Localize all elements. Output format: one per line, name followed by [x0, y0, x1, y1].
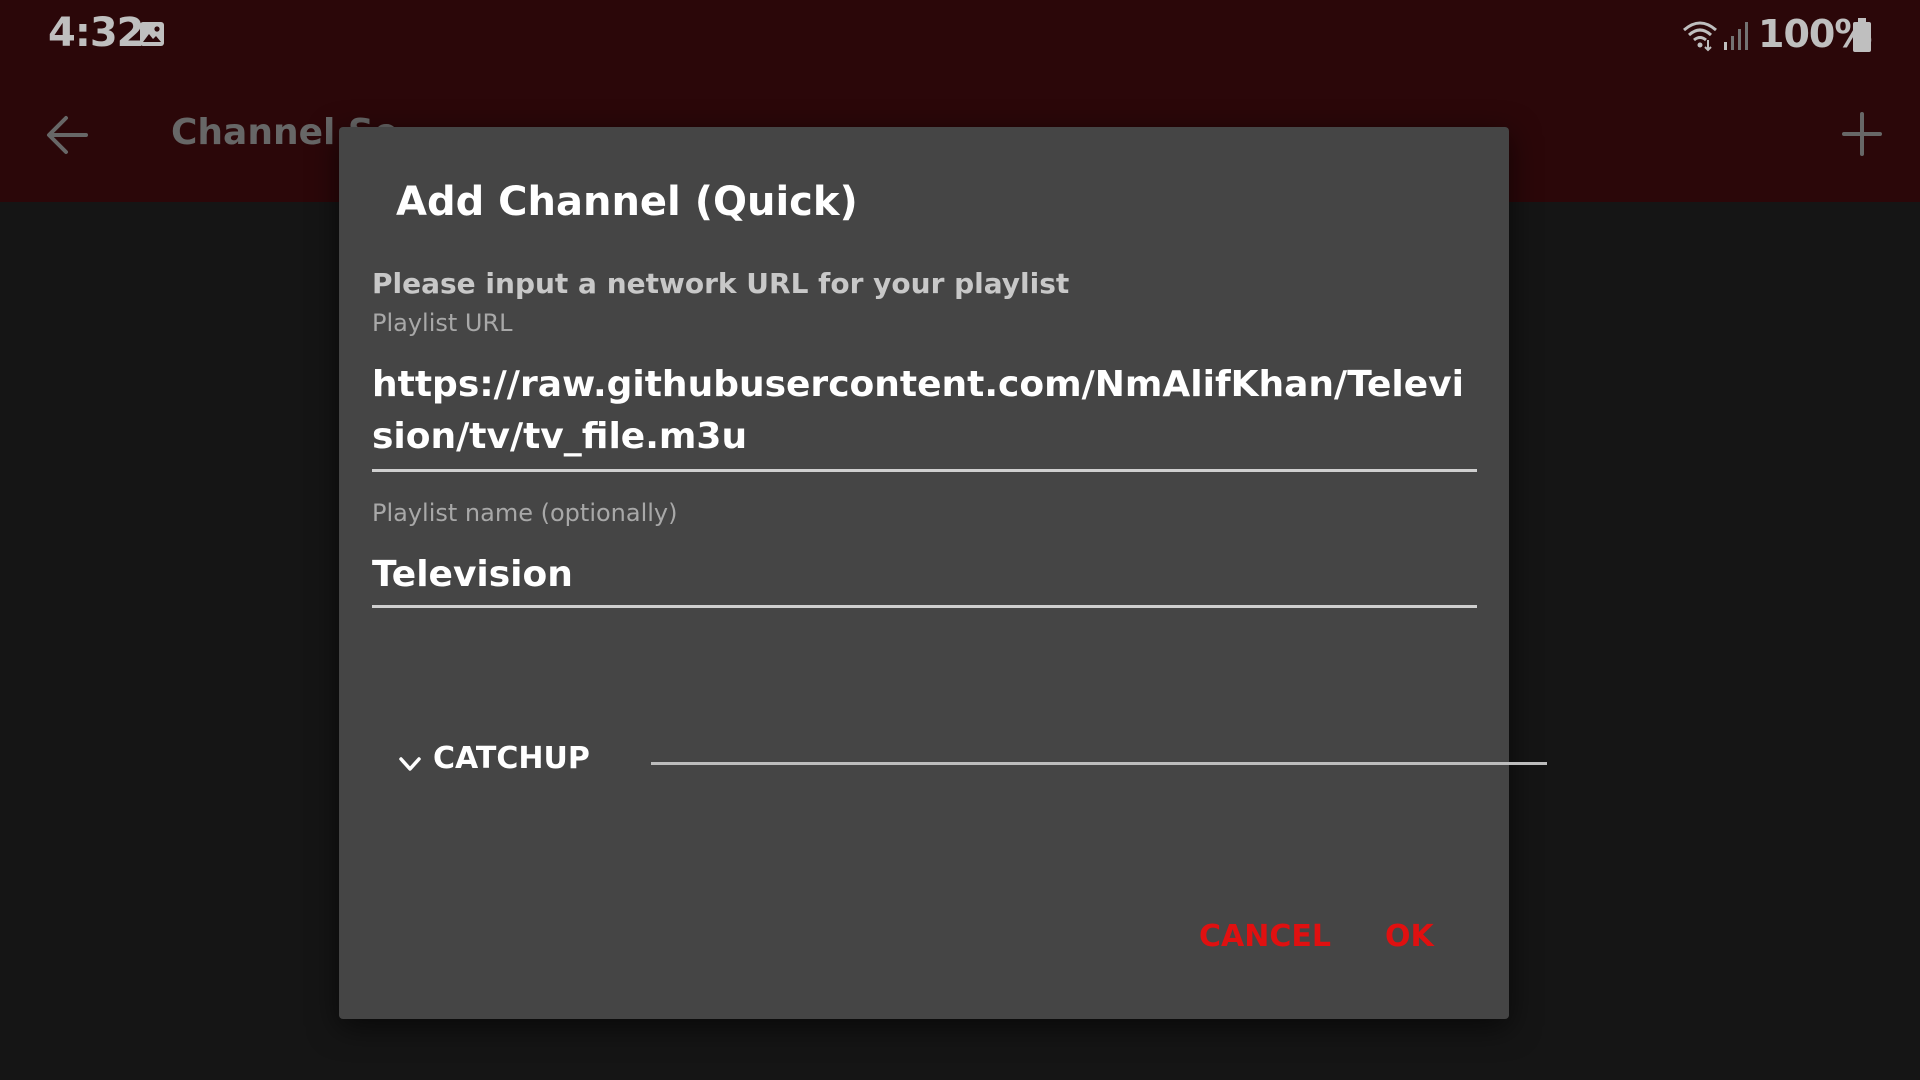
dialog-message: Please input a network URL for your play… — [372, 267, 1070, 300]
add-channel-dialog: Add Channel (Quick) Please input a netwo… — [339, 127, 1547, 1019]
ok-button[interactable]: OK — [1385, 919, 1434, 954]
dialog-title: Add Channel (Quick) — [396, 179, 858, 225]
playlist-name-input[interactable]: Television — [372, 549, 1482, 601]
playlist-url-label: Playlist URL — [372, 309, 513, 337]
chevron-down-icon — [399, 757, 421, 771]
catchup-label: CATCHUP — [433, 741, 590, 776]
playlist-name-underline — [372, 605, 1477, 608]
playlist-url-underline — [372, 469, 1477, 472]
catchup-expander[interactable]: CATCHUP — [397, 741, 1547, 785]
playlist-url-input[interactable]: https://raw.githubusercontent.com/NmAlif… — [372, 359, 1482, 463]
cancel-button[interactable]: CANCEL — [1199, 919, 1331, 954]
catchup-divider — [651, 762, 1547, 765]
playlist-name-label: Playlist name (optionally) — [372, 499, 678, 527]
